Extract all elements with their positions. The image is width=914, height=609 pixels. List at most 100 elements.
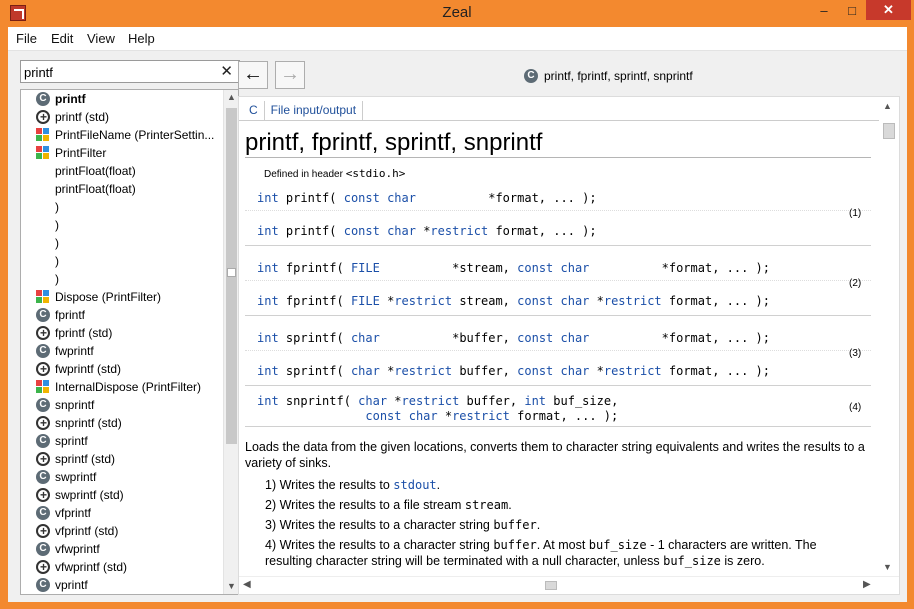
minimize-button[interactable]: – bbox=[810, 0, 838, 20]
result-label: vfprintf (std) bbox=[55, 524, 119, 538]
result-item[interactable]: Cvfprintf bbox=[21, 504, 225, 522]
window-title: Zeal bbox=[442, 4, 472, 21]
result-label: printf bbox=[55, 92, 86, 106]
result-item[interactable]: ) bbox=[21, 216, 225, 234]
documentation-view: C File input/output printf, fprintf, spr… bbox=[238, 96, 900, 595]
cpp-function-icon bbox=[36, 360, 50, 378]
stdout-link[interactable]: stdout bbox=[393, 478, 436, 492]
result-item[interactable]: Cswprintf bbox=[21, 468, 225, 486]
result-label: printFloat(float) bbox=[55, 182, 136, 196]
result-label: ) bbox=[55, 236, 59, 250]
result-item[interactable]: fprintf (std) bbox=[21, 324, 225, 342]
c-function-icon: C bbox=[36, 542, 50, 556]
overload-number: (2) bbox=[849, 278, 862, 289]
title-bar: Zeal – □ ✕ bbox=[0, 0, 914, 27]
cpp-function-icon bbox=[36, 522, 50, 540]
result-item[interactable]: swprintf (std) bbox=[21, 486, 225, 504]
decl-printf-2: int printf( const char *restrict format,… bbox=[257, 224, 597, 238]
menu-view[interactable]: View bbox=[87, 31, 115, 46]
method-icon bbox=[36, 290, 50, 304]
result-label: printf (std) bbox=[55, 110, 110, 124]
page-header-title: printf, fprintf, sprintf, snprintf bbox=[544, 69, 693, 83]
header-name: <stdio.h> bbox=[345, 167, 406, 180]
list-item: 1) Writes the results to stdout. bbox=[265, 478, 441, 492]
decl-divider bbox=[245, 350, 871, 351]
result-item[interactable]: Csprintf bbox=[21, 432, 225, 450]
decl-sprintf-2: int sprintf( char *restrict buffer, cons… bbox=[257, 364, 771, 378]
decl-divider bbox=[245, 210, 871, 211]
result-label: snprintf (std) bbox=[55, 416, 122, 430]
result-item[interactable]: ) bbox=[21, 270, 225, 288]
result-item[interactable]: sprintf (std) bbox=[21, 450, 225, 468]
cpp-function-icon bbox=[36, 324, 50, 342]
result-item[interactable]: fwprintf (std) bbox=[21, 360, 225, 378]
result-item[interactable]: Cfprintf bbox=[21, 306, 225, 324]
result-item[interactable]: printFloat(float) bbox=[21, 162, 225, 180]
result-item[interactable]: vprintf (std) bbox=[21, 594, 225, 595]
result-item[interactable]: ) bbox=[21, 252, 225, 270]
breadcrumb-file-io[interactable]: File input/output bbox=[265, 101, 364, 121]
result-item[interactable]: ) bbox=[21, 234, 225, 252]
result-item[interactable]: Cfwprintf bbox=[21, 342, 225, 360]
result-item[interactable]: Dispose (PrintFilter) bbox=[21, 288, 225, 306]
scroll-thumb[interactable] bbox=[883, 123, 895, 139]
result-label: InternalDispose (PrintFilter) bbox=[55, 380, 202, 394]
result-item[interactable]: printFloat(float) bbox=[21, 180, 225, 198]
result-label: swprintf bbox=[55, 470, 97, 484]
c-function-icon: C bbox=[36, 344, 50, 358]
list-item: 3) Writes the results to a character str… bbox=[265, 518, 541, 532]
clear-search-icon[interactable]: ✕ bbox=[220, 62, 233, 80]
result-label: sprintf bbox=[55, 434, 88, 448]
back-button[interactable]: ← bbox=[238, 61, 268, 89]
scroll-down-icon[interactable]: ▼ bbox=[224, 579, 238, 594]
result-item[interactable]: InternalDispose (PrintFilter) bbox=[21, 378, 225, 396]
c-function-icon: C bbox=[36, 578, 50, 592]
c-function-icon: C bbox=[36, 434, 50, 448]
scroll-up-icon[interactable]: ▲ bbox=[883, 101, 895, 111]
scroll-down-icon[interactable]: ▼ bbox=[883, 562, 895, 572]
method-icon bbox=[36, 146, 50, 160]
doc-horizontal-scrollbar[interactable]: ◀ ▶ bbox=[239, 576, 899, 594]
list-item: 2) Writes the results to a file stream s… bbox=[265, 498, 512, 512]
description: Loads the data from the given locations,… bbox=[245, 440, 865, 470]
method-icon bbox=[36, 128, 50, 142]
result-item[interactable]: printf (std) bbox=[21, 108, 225, 126]
forward-button[interactable]: → bbox=[275, 61, 305, 89]
close-button[interactable]: ✕ bbox=[866, 0, 911, 20]
decl-divider bbox=[245, 426, 871, 427]
result-item[interactable]: Cprintf bbox=[21, 90, 225, 108]
result-label: PrintFilter bbox=[55, 146, 107, 160]
c-function-icon: C bbox=[36, 92, 50, 106]
decl-fprintf-1: int fprintf( FILE *stream, const char *f… bbox=[257, 261, 771, 275]
overload-number: (4) bbox=[849, 402, 862, 413]
result-item[interactable]: PrintFileName (PrinterSettin... bbox=[21, 126, 225, 144]
scroll-left-icon[interactable]: ◀ bbox=[243, 579, 251, 590]
breadcrumb-c[interactable]: C bbox=[243, 101, 265, 121]
result-item[interactable]: snprintf (std) bbox=[21, 414, 225, 432]
results-scrollbar[interactable]: ▲ ▼ bbox=[223, 90, 238, 594]
result-item[interactable]: Csnprintf bbox=[21, 396, 225, 414]
decl-snprintf-1: int snprintf( char *restrict buffer, int… bbox=[257, 394, 619, 408]
scroll-up-icon[interactable]: ▲ bbox=[224, 90, 238, 105]
result-item[interactable]: Cvfwprintf bbox=[21, 540, 225, 558]
result-label: vfwprintf (std) bbox=[55, 560, 128, 574]
result-item[interactable]: PrintFilter bbox=[21, 144, 225, 162]
doc-vertical-scrollbar[interactable]: ▲ ▼ bbox=[879, 97, 899, 576]
scroll-thumb[interactable] bbox=[545, 581, 557, 590]
result-item[interactable]: Cvprintf bbox=[21, 576, 225, 594]
result-item[interactable]: ) bbox=[21, 198, 225, 216]
result-label: vprintf bbox=[55, 578, 88, 592]
result-label: ) bbox=[55, 254, 59, 268]
menu-file[interactable]: File bbox=[16, 31, 37, 46]
doc-title: printf, fprintf, sprintf, snprintf bbox=[245, 129, 543, 156]
decl-divider bbox=[245, 315, 871, 316]
search-input[interactable] bbox=[24, 64, 214, 80]
result-label: snprintf bbox=[55, 398, 95, 412]
scroll-right-icon[interactable]: ▶ bbox=[863, 579, 871, 590]
c-function-icon: C bbox=[36, 308, 50, 322]
result-item[interactable]: vfwprintf (std) bbox=[21, 558, 225, 576]
menu-edit[interactable]: Edit bbox=[51, 31, 73, 46]
menu-help[interactable]: Help bbox=[128, 31, 155, 46]
maximize-button[interactable]: □ bbox=[838, 0, 866, 20]
result-item[interactable]: vfprintf (std) bbox=[21, 522, 225, 540]
